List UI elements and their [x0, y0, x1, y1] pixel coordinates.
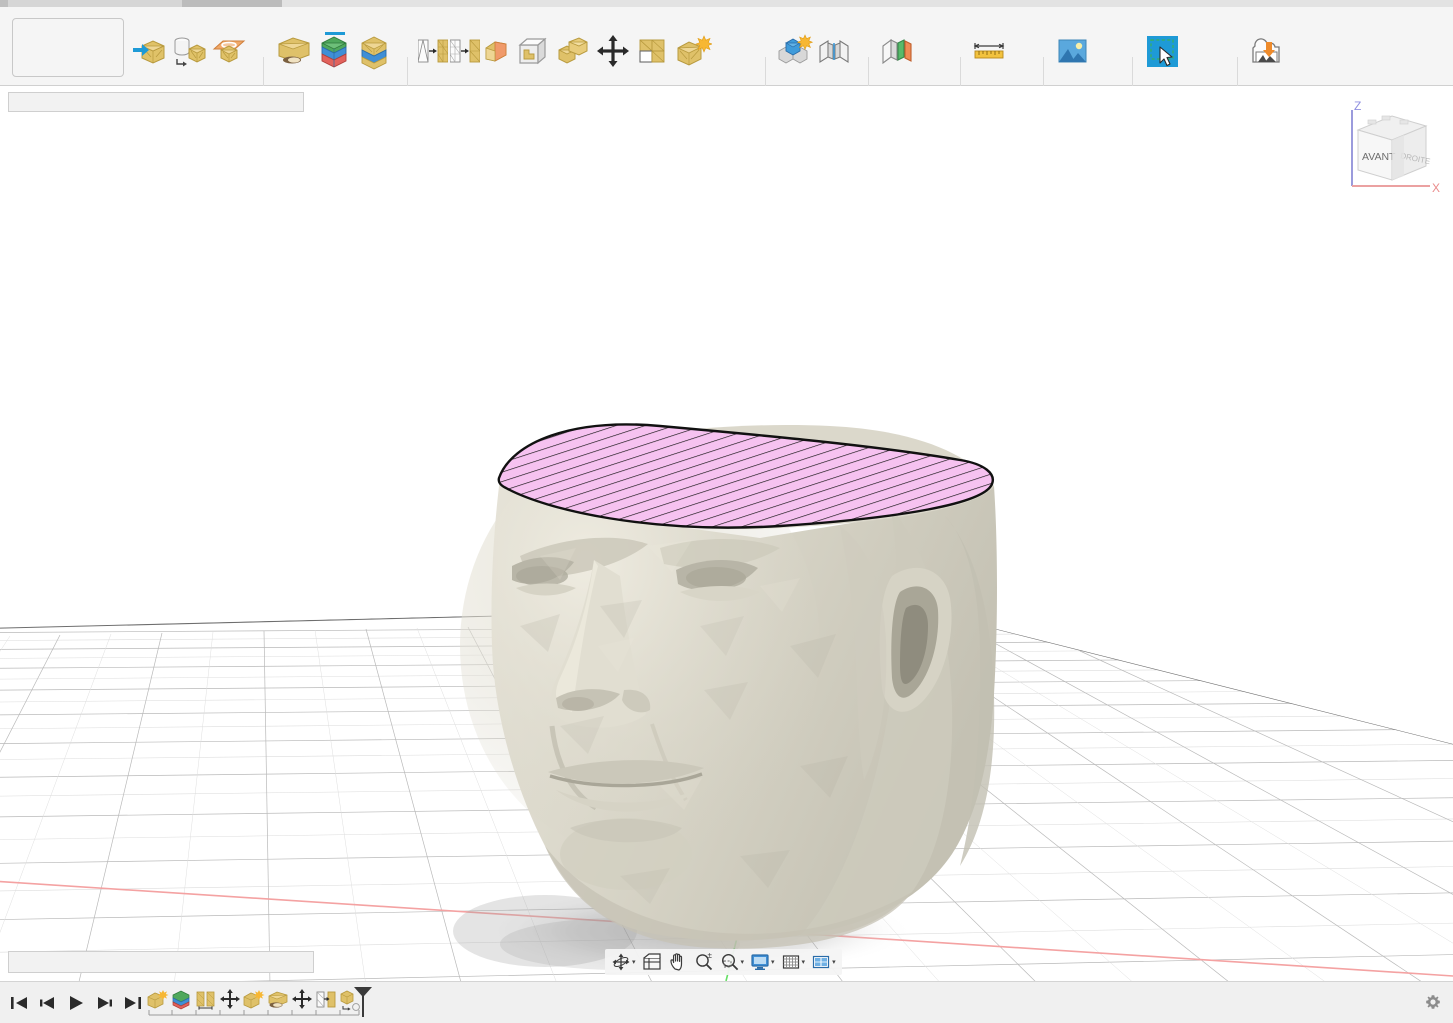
viewcube-axis-x-label: X	[1432, 181, 1440, 195]
grid-snaps-icon[interactable]	[779, 951, 803, 973]
view-cube[interactable]: Z X AVANT DROITE	[1330, 98, 1450, 198]
svg-text:±: ±	[707, 952, 712, 960]
window-select-icon[interactable]	[1143, 32, 1181, 70]
ribbon-group-inserer	[1053, 31, 1091, 85]
comments-panel	[8, 951, 314, 973]
section-cut-face	[497, 423, 994, 529]
ribbon-group-label-inspecter[interactable]	[988, 71, 991, 82]
mesh-section-sketch-icon[interactable]	[210, 32, 248, 70]
go-to-beginning-icon[interactable]	[8, 991, 32, 1015]
timeline-playback-controls	[8, 991, 144, 1015]
remesh-icon[interactable]	[418, 32, 448, 70]
ribbon-group-label-construire[interactable]	[896, 71, 899, 82]
ribbon-group-label-modifier[interactable]	[564, 71, 567, 82]
ribbon-group-label-assembler[interactable]	[813, 71, 816, 82]
look-at-icon[interactable]	[640, 951, 664, 973]
display-settings-icon[interactable]	[748, 951, 772, 973]
ribbon-group-preparer	[275, 31, 393, 85]
ribbon-group-creer	[130, 31, 248, 85]
window-chrome-strip	[0, 0, 1453, 7]
view-navigation-toolbar: ▾ ± ▾ ▾ ▾ ▾	[605, 949, 842, 975]
ribbon-group-construire	[878, 31, 916, 85]
viewcube-axis-z-label: Z	[1354, 99, 1361, 113]
reduce-icon[interactable]	[450, 32, 480, 70]
combine-mesh-icon[interactable]	[674, 32, 712, 70]
viewcube-front-label: AVANT	[1362, 151, 1396, 163]
export-image-icon[interactable]	[1248, 32, 1286, 70]
go-to-end-icon[interactable]	[120, 991, 144, 1015]
ribbon-group-label-inserer[interactable]	[1071, 71, 1074, 82]
step-back-icon[interactable]	[36, 991, 60, 1015]
measure-icon[interactable]	[970, 32, 1008, 70]
ribbon-group-label-creer[interactable]	[188, 71, 191, 82]
separate-mesh-icon[interactable]	[315, 32, 353, 70]
ribbon-toolbar	[0, 7, 1453, 109]
erase-and-fill-icon[interactable]	[514, 32, 552, 70]
play-icon[interactable]	[64, 991, 88, 1015]
timeline-settings-gear-icon[interactable]	[1425, 994, 1441, 1015]
fusion360-window: Z X AVANT DROITE ▾ ± ▾ ▾ ▾ ▾	[0, 0, 1453, 1023]
move-copy-icon[interactable]	[594, 32, 632, 70]
zoom-icon[interactable]: ±	[692, 951, 716, 973]
ribbon-group-inspecter	[970, 31, 1008, 85]
zoom-window-icon[interactable]	[718, 951, 742, 973]
timeline-track	[148, 1010, 360, 1016]
ribbon-group-label-exporter[interactable]	[1266, 71, 1269, 82]
smooth-icon[interactable]	[554, 32, 592, 70]
ribbon-group-label-selectionner[interactable]	[1161, 71, 1164, 82]
offset-plane-icon[interactable]	[878, 32, 916, 70]
timeline-bar	[0, 981, 1453, 1023]
navigator-header	[8, 92, 304, 112]
workspace-switcher-button[interactable]	[12, 18, 124, 77]
viewport-3d[interactable]	[0, 86, 1453, 981]
ribbon-group-modifier	[418, 31, 712, 85]
create-mesh-from-brep-icon[interactable]	[170, 32, 208, 70]
timeline-marker-icon[interactable]	[352, 986, 374, 1023]
ribbon-group-exporter	[1248, 31, 1286, 85]
ribbon-group-selectionner	[1143, 31, 1181, 85]
ribbon-group-assembler	[775, 31, 853, 85]
step-forward-icon[interactable]	[92, 991, 116, 1015]
new-component-icon[interactable]	[775, 32, 813, 70]
merge-bodies-icon[interactable]	[355, 32, 393, 70]
insert-mesh-icon[interactable]	[130, 32, 168, 70]
pan-icon[interactable]	[666, 951, 690, 973]
orbit-icon[interactable]	[609, 951, 633, 973]
insert-image-icon[interactable]	[1053, 32, 1091, 70]
navigator-panel	[8, 92, 304, 118]
plane-cut-icon[interactable]	[275, 32, 313, 70]
viewports-icon[interactable]	[809, 951, 833, 973]
joint-icon[interactable]	[815, 32, 853, 70]
delete-faces-icon[interactable]	[634, 32, 672, 70]
ribbon-group-label-preparer[interactable]	[333, 71, 336, 82]
make-closed-mesh-icon[interactable]	[482, 32, 512, 70]
